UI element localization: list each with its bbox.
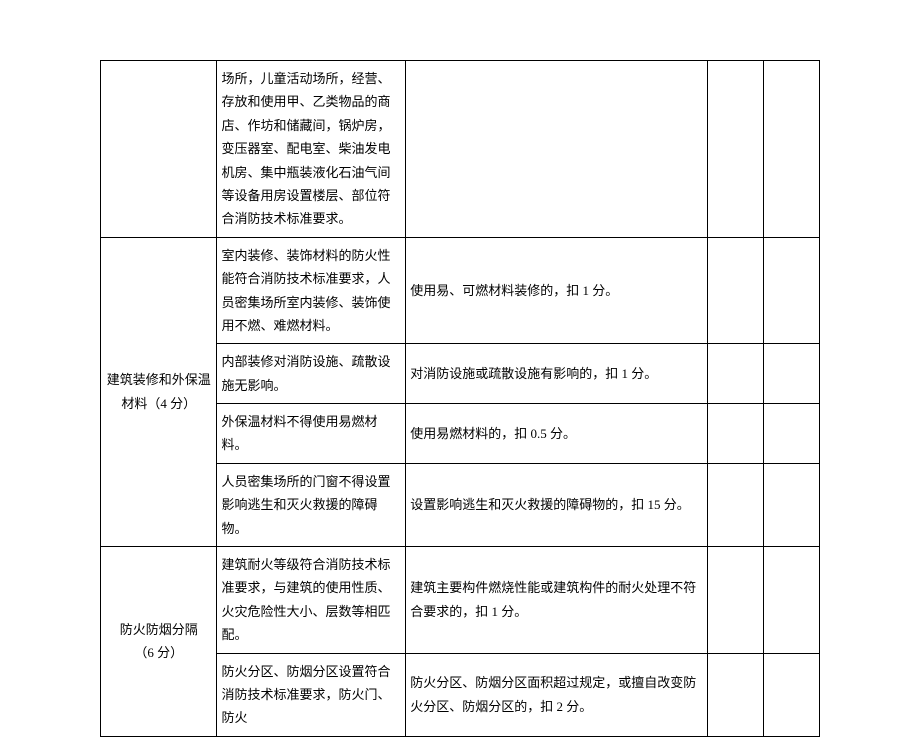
category-cell: 防火防烟分隔 （6 分） [101, 547, 217, 737]
scoring-cell: 设置影响逃生和灭火救援的障碍物的，扣 15 分。 [406, 463, 707, 546]
score-cell-a [707, 653, 763, 736]
criteria-cell: 建筑耐火等级符合消防技术标准要求，与建筑的使用性质、火灾危险性大小、层数等相匹配… [217, 547, 406, 654]
score-cell-a [707, 344, 763, 404]
table-row: 建筑装修和外保温材料（4 分） 室内装修、装饰材料的防火性能符合消防技术标准要求… [101, 237, 820, 344]
score-cell-a [707, 237, 763, 344]
criteria-cell: 防火分区、防烟分区设置符合消防技术标准要求，防火门、防火 [217, 653, 406, 736]
criteria-cell: 内部装修对消防设施、疏散设施无影响。 [217, 344, 406, 404]
score-cell-b [763, 61, 819, 238]
score-cell-b [763, 463, 819, 546]
criteria-cell: 室内装修、装饰材料的防火性能符合消防技术标准要求，人员密集场所室内装修、装饰使用… [217, 237, 406, 344]
criteria-cell: 场所，儿童活动场所，经营、存放和使用甲、乙类物品的商店、作坊和储藏间，锅炉房，变… [217, 61, 406, 238]
scoring-cell: 对消防设施或疏散设施有影响的，扣 1 分。 [406, 344, 707, 404]
scoring-cell: 建筑主要构件燃烧性能或建筑构件的耐火处理不符合要求的，扣 1 分。 [406, 547, 707, 654]
scoring-cell: 使用易燃材料的，扣 0.5 分。 [406, 404, 707, 464]
table-row: 防火防烟分隔 （6 分） 建筑耐火等级符合消防技术标准要求，与建筑的使用性质、火… [101, 547, 820, 654]
category-cell: 建筑装修和外保温材料（4 分） [101, 237, 217, 546]
score-cell-a [707, 404, 763, 464]
scoring-cell [406, 61, 707, 238]
table-row: 场所，儿童活动场所，经营、存放和使用甲、乙类物品的商店、作坊和储藏间，锅炉房，变… [101, 61, 820, 238]
score-cell-b [763, 404, 819, 464]
category-cell [101, 61, 217, 238]
score-cell-b [763, 547, 819, 654]
score-cell-a [707, 61, 763, 238]
score-cell-a [707, 463, 763, 546]
score-cell-b [763, 653, 819, 736]
criteria-cell: 外保温材料不得使用易燃材料。 [217, 404, 406, 464]
score-cell-b [763, 344, 819, 404]
assessment-table: 场所，儿童活动场所，经营、存放和使用甲、乙类物品的商店、作坊和储藏间，锅炉房，变… [100, 60, 820, 737]
score-cell-a [707, 547, 763, 654]
scoring-cell: 使用易、可燃材料装修的，扣 1 分。 [406, 237, 707, 344]
score-cell-b [763, 237, 819, 344]
criteria-cell: 人员密集场所的门窗不得设置影响逃生和灭火救援的障碍物。 [217, 463, 406, 546]
scoring-cell: 防火分区、防烟分区面积超过规定，或擅自改变防火分区、防烟分区的，扣 2 分。 [406, 653, 707, 736]
